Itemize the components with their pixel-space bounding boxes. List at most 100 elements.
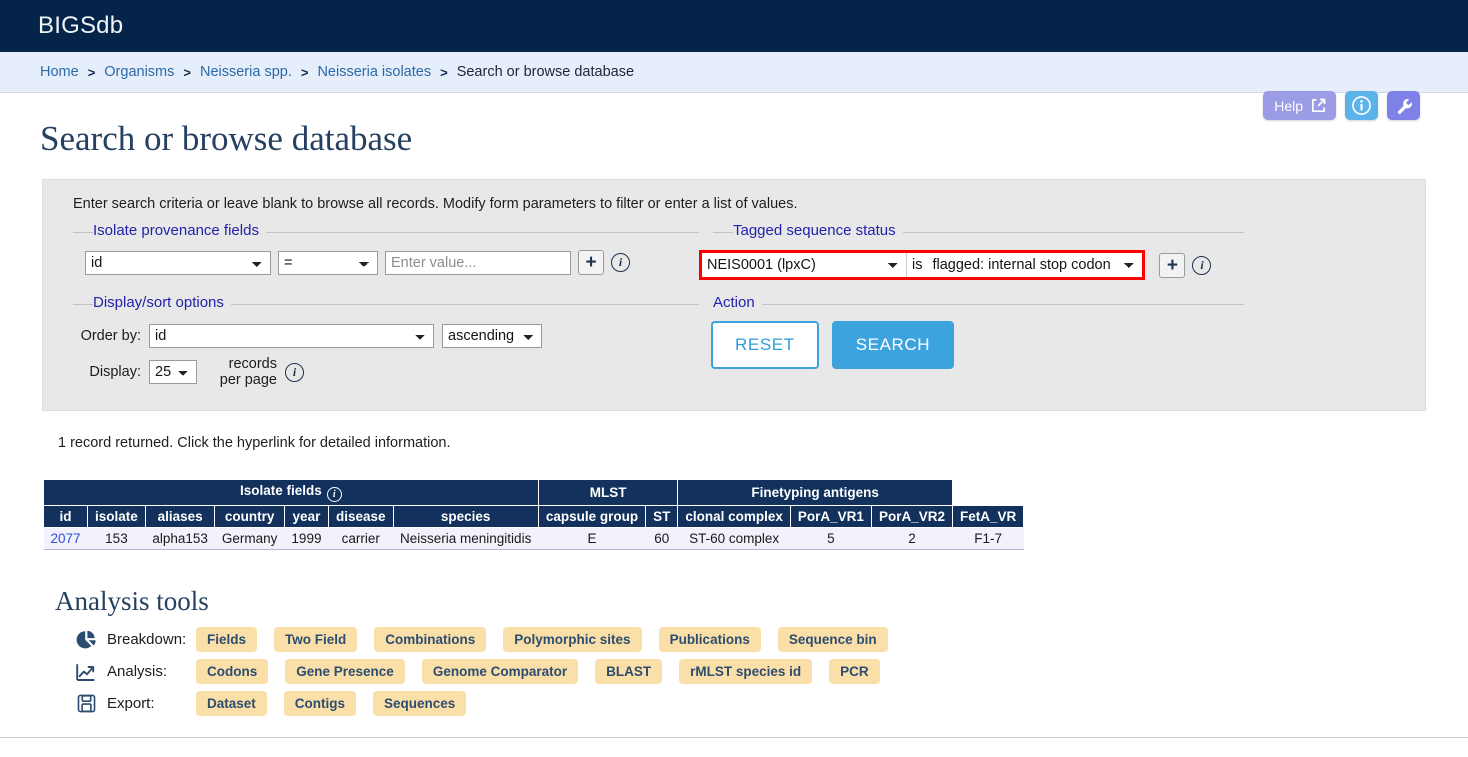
search-button[interactable]: SEARCH xyxy=(831,321,955,369)
provenance-operator-select[interactable]: = xyxy=(278,250,378,275)
info-icon xyxy=(1352,96,1371,115)
order-by-select[interactable]: id xyxy=(149,324,434,348)
help-button[interactable]: Help xyxy=(1263,91,1336,120)
column-header-disease[interactable]: disease xyxy=(327,505,394,528)
external-link-icon xyxy=(1310,97,1327,114)
group-header-isolate-fields: Isolate fields i xyxy=(43,479,539,506)
cell-id: 2077 xyxy=(43,527,88,550)
column-header-year[interactable]: year xyxy=(283,505,329,528)
search-panel: Enter search criteria or leave blank to … xyxy=(42,179,1426,411)
column-header-feta-vr[interactable]: FetA_VR xyxy=(951,505,1025,528)
cell-feta-vr: F1-7 xyxy=(952,527,1024,550)
column-header-country[interactable]: country xyxy=(214,505,285,528)
column-header-row: id isolate aliases country year disease … xyxy=(42,505,1025,528)
breakdown-publications-button[interactable]: Publications xyxy=(658,627,761,652)
table-row: 2077 153 alpha153 Germany 1999 carrier N… xyxy=(43,527,1024,550)
tagged-status-highlight: NEIS0001 (lpxC) is flagged: internal sto… xyxy=(699,250,1146,280)
results-table: Isolate fields i MLST Finetyping antigens… xyxy=(42,479,1025,550)
cell-species: Neisseria meningitidis xyxy=(393,527,539,550)
analysis-blast-button[interactable]: BLAST xyxy=(595,659,663,684)
app-brand: BIGSdb xyxy=(38,12,124,39)
breakdown-fields-button[interactable]: Fields xyxy=(196,627,258,652)
group-header-row: Isolate fields i MLST Finetyping antigens xyxy=(43,479,1024,506)
provenance-value-input[interactable] xyxy=(385,250,571,275)
cell-year: 1999 xyxy=(284,527,329,550)
records-per-page-select[interactable]: 25 xyxy=(149,360,197,384)
breadcrumb-separator: > xyxy=(183,64,191,80)
fieldset-rule xyxy=(713,304,1244,305)
tagged-status-locus-select[interactable]: NEIS0001 (lpxC) xyxy=(702,253,907,277)
lower-controls-row: Display/sort options Order by: id ascend… xyxy=(59,294,1409,396)
cell-st: 60 xyxy=(645,527,678,550)
info-button[interactable] xyxy=(1345,91,1378,120)
provenance-controls: id = + i xyxy=(59,240,699,275)
breadcrumb-item-neisseria-spp[interactable]: Neisseria spp. xyxy=(200,64,292,80)
reset-button[interactable]: RESET xyxy=(711,321,819,369)
isolate-detail-link[interactable]: 2077 xyxy=(51,531,81,546)
breadcrumb-separator: > xyxy=(87,64,96,80)
cell-clonal-complex: ST-60 complex xyxy=(677,527,791,550)
tagged-status-info-icon[interactable]: i xyxy=(1192,255,1212,275)
configure-button[interactable] xyxy=(1387,91,1420,120)
column-header-id[interactable]: id xyxy=(42,505,89,528)
footer-divider xyxy=(0,737,1468,738)
sort-direction-select[interactable]: ascending xyxy=(442,324,542,348)
breadcrumb-separator: > xyxy=(440,64,448,80)
analysis-rmlst-species-id-button[interactable]: rMLST species id xyxy=(679,659,813,684)
tool-row-breakdown: Breakdown: Fields Two Field Combinations… xyxy=(74,627,1468,652)
column-header-pora-vr2[interactable]: PorA_VR2 xyxy=(870,505,953,528)
column-header-aliases[interactable]: aliases xyxy=(144,505,216,528)
order-by-label: Order by: xyxy=(80,328,141,344)
display-info-icon[interactable]: i xyxy=(285,362,304,382)
cell-pora-vr2: 2 xyxy=(871,527,953,550)
column-header-species[interactable]: species xyxy=(392,505,539,528)
column-header-clonal-complex[interactable]: clonal complex xyxy=(677,505,791,528)
breadcrumb-item-home[interactable]: Home xyxy=(40,64,79,80)
display-label: Display: xyxy=(89,364,141,380)
cell-aliases: alpha153 xyxy=(145,527,215,550)
action-legend: Action xyxy=(713,294,762,311)
group-header-label: Isolate fields xyxy=(240,483,322,498)
records-per-page-suffix: records per page xyxy=(219,356,277,388)
breakdown-polymorphic-sites-button[interactable]: Polymorphic sites xyxy=(503,627,642,652)
provenance-field-select[interactable]: id xyxy=(85,250,271,275)
provenance-info-icon[interactable]: i xyxy=(611,253,630,272)
column-header-pora-vr1[interactable]: PorA_VR1 xyxy=(789,505,872,528)
breakdown-combinations-button[interactable]: Combinations xyxy=(374,627,487,652)
export-sequences-button[interactable]: Sequences xyxy=(373,691,467,716)
breakdown-two-field-button[interactable]: Two Field xyxy=(274,627,358,652)
breakdown-sequence-bin-button[interactable]: Sequence bin xyxy=(777,627,888,652)
column-header-isolate[interactable]: isolate xyxy=(87,505,146,528)
tagged-status-value-select[interactable]: flagged: internal stop codon xyxy=(927,253,1143,277)
export-dataset-button[interactable]: Dataset xyxy=(196,691,267,716)
add-provenance-field-button[interactable]: + xyxy=(578,250,604,275)
analysis-gene-presence-button[interactable]: Gene Presence xyxy=(285,659,405,684)
analysis-codons-button[interactable]: Codons xyxy=(196,659,269,684)
action-buttons: RESET SEARCH xyxy=(699,312,1244,369)
cell-disease: carrier xyxy=(328,527,394,550)
results-table-wrap: Isolate fields i MLST Finetyping antigens… xyxy=(42,479,1468,550)
action-fieldset: Action RESET SEARCH xyxy=(699,294,1244,396)
breadcrumb-item-organisms[interactable]: Organisms xyxy=(104,64,174,80)
provenance-fieldset: Isolate provenance fields id = + i xyxy=(59,222,699,280)
export-contigs-button[interactable]: Contigs xyxy=(283,691,357,716)
tool-row-export: Export: Dataset Contigs Sequences xyxy=(74,691,1468,716)
display-options-legend: Display/sort options xyxy=(93,294,231,311)
tagged-status-is-label: is xyxy=(907,253,928,277)
column-header-capsule-group[interactable]: capsule group xyxy=(537,505,647,528)
tagged-status-fieldset: Tagged sequence status NEIS0001 (lpxC) i… xyxy=(699,222,1244,280)
column-header-st[interactable]: ST xyxy=(645,505,679,528)
breadcrumb-item-neisseria-isolates[interactable]: Neisseria isolates xyxy=(317,64,431,80)
pie-chart-icon xyxy=(74,628,98,652)
analysis-pcr-button[interactable]: PCR xyxy=(829,659,880,684)
display-records-row: Display: 25 records per page i xyxy=(69,356,699,388)
tagged-status-legend: Tagged sequence status xyxy=(733,222,903,239)
breadcrumb-item-current: Search or browse database xyxy=(456,64,635,80)
utility-buttons: Help xyxy=(1263,91,1420,120)
cell-pora-vr1: 5 xyxy=(790,527,872,550)
results-table-body: 2077 153 alpha153 Germany 1999 carrier N… xyxy=(43,527,1024,550)
isolate-fields-info-icon[interactable]: i xyxy=(326,487,342,502)
app-header: BIGSdb xyxy=(0,0,1468,52)
analysis-genome-comparator-button[interactable]: Genome Comparator xyxy=(421,659,579,684)
add-tagged-status-button[interactable]: + xyxy=(1159,252,1186,278)
